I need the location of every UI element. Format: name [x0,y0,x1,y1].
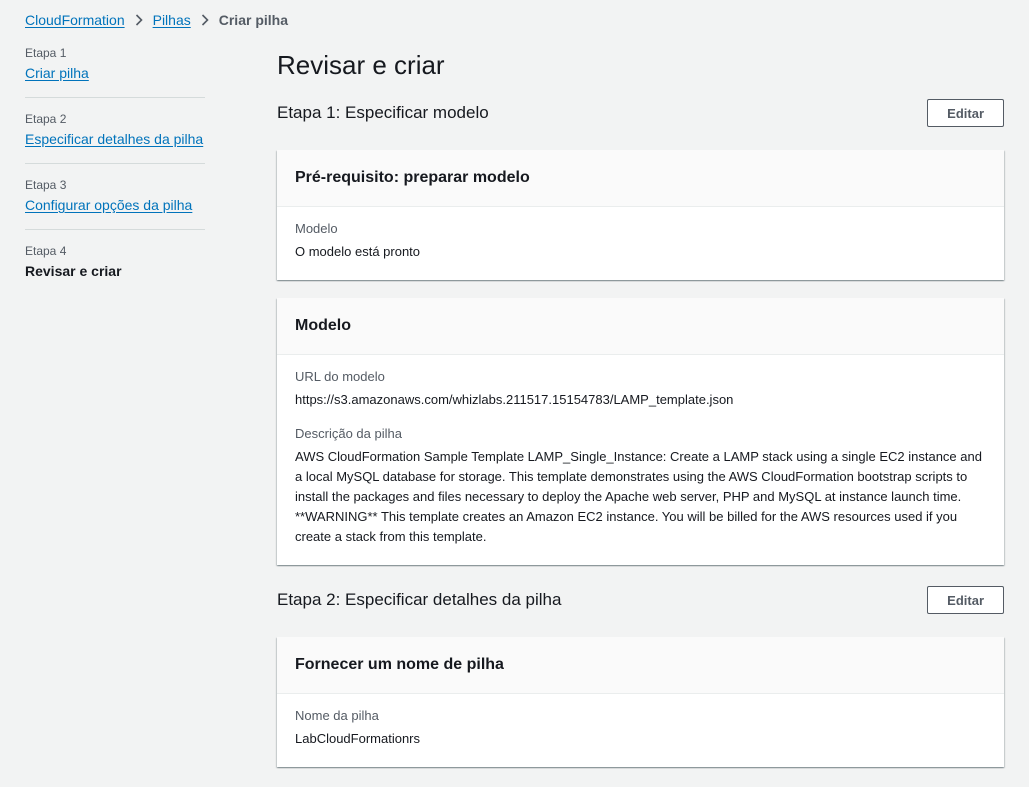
step-number: Etapa 1 [25,46,67,60]
wizard-step-1: Etapa 1 Criar pilha [25,46,205,98]
prerequisite-card: Pré-requisito: preparar modelo Modelo O … [277,150,1004,280]
field-label: URL do modelo [295,369,385,384]
section-step1-header: Etapa 1: Especificar modelo Editar [277,96,1004,130]
section-title: Etapa 2: Especificar detalhes da pilha [277,590,562,609]
template-card: Modelo URL do modelo https://s3.amazonaw… [277,298,1004,565]
wizard-step-4: Etapa 4 Revisar e criar [25,244,205,293]
field-label: Nome da pilha [295,708,379,723]
step-number: Etapa 2 [25,112,67,126]
step-current-revisar: Revisar e criar [25,263,122,279]
card-body: Nome da pilha LabCloudFormationrs [277,694,1004,767]
edit-step1-button[interactable]: Editar [927,99,1004,127]
chevron-right-icon [125,13,153,27]
stack-description-value: AWS CloudFormation Sample Template LAMP_… [295,449,982,544]
field-stack-description: Descrição da pilha AWS CloudFormation Sa… [295,426,986,547]
step-link-criar-pilha[interactable]: Criar pilha [25,65,89,81]
chevron-right-icon [191,13,219,27]
card-header: Pré-requisito: preparar modelo [277,150,1004,207]
card-header: Modelo [277,298,1004,355]
wizard-step-3: Etapa 3 Configurar opções da pilha [25,178,205,230]
step-number: Etapa 4 [25,244,67,258]
card-header: Fornecer um nome de pilha [277,637,1004,694]
field-value: O modelo está pronto [295,244,421,259]
breadcrumb: CloudFormation Pilhas Criar pilha [25,10,288,30]
card-body: Modelo O modelo está pronto [277,207,1004,280]
section-title: Etapa 1: Especificar modelo [277,103,489,122]
field-modelo: Modelo O modelo está pronto [295,221,986,262]
field-template-url: URL do modelo https://s3.amazonaws.com/w… [295,369,986,410]
breadcrumb-cloudformation-link[interactable]: CloudFormation [25,12,125,28]
breadcrumb-pilhas-link[interactable]: Pilhas [153,12,191,28]
template-url-value: https://s3.amazonaws.com/whizlabs.211517… [295,392,734,407]
main-content: Revisar e criar Etapa 1: Especificar mod… [277,46,1004,785]
stack-name-card: Fornecer um nome de pilha Nome da pilha … [277,637,1004,767]
field-label: Modelo [295,221,338,236]
wizard-step-2: Etapa 2 Especificar detalhes da pilha [25,112,205,164]
step-number: Etapa 3 [25,178,67,192]
edit-step2-button[interactable]: Editar [927,586,1004,614]
card-body: URL do modelo https://s3.amazonaws.com/w… [277,355,1004,565]
field-stack-name: Nome da pilha LabCloudFormationrs [295,708,986,749]
step-link-especificar-detalhes[interactable]: Especificar detalhes da pilha [25,131,203,147]
field-label: Descrição da pilha [295,426,402,441]
step-link-configurar-opcoes[interactable]: Configurar opções da pilha [25,197,192,213]
stack-name-value: LabCloudFormationrs [295,731,421,746]
page-title: Revisar e criar [277,50,445,80]
breadcrumb-current: Criar pilha [218,12,288,28]
section-step2-header: Etapa 2: Especificar detalhes da pilha E… [277,583,1004,617]
wizard-steps-nav: Etapa 1 Criar pilha Etapa 2 Especificar … [25,46,205,307]
